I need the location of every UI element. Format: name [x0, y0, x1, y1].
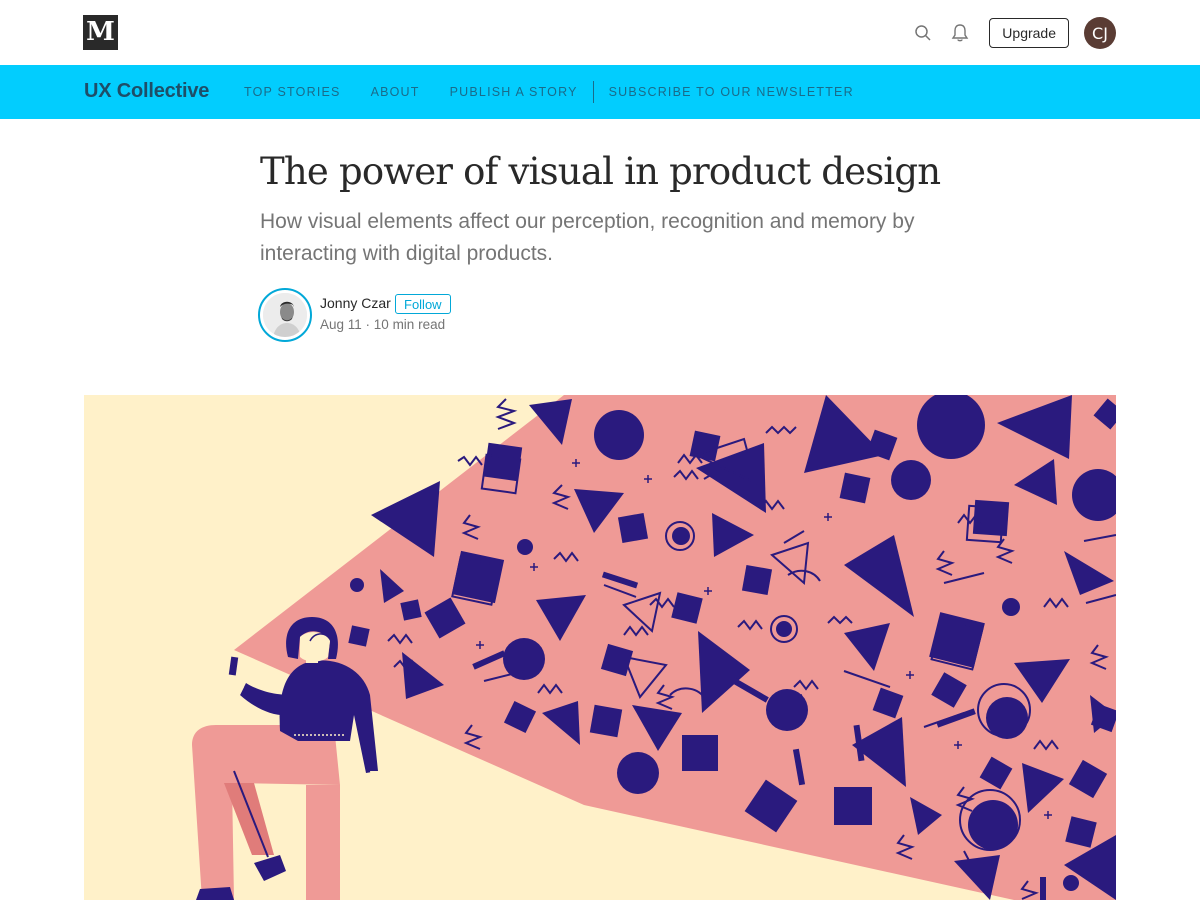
meta-separator: · [361, 317, 374, 332]
top-navbar: M Upgrade CJ [0, 0, 1200, 65]
nav-publish-a-story[interactable]: PUBLISH A STORY [450, 85, 578, 99]
publication-name[interactable]: UX Collective [84, 80, 209, 103]
author-name[interactable]: Jonny Czar [320, 295, 391, 311]
author-avatar[interactable] [258, 288, 312, 342]
read-time: 10 min read [373, 317, 446, 332]
follow-button[interactable]: Follow [395, 294, 451, 314]
nav-subscribe-newsletter[interactable]: SUBSCRIBE TO OUR NEWSLETTER [609, 85, 854, 99]
user-avatar[interactable]: CJ [1084, 17, 1116, 49]
article-subtitle: How visual elements affect our perceptio… [260, 210, 915, 265]
hero-illustration [84, 395, 1116, 900]
search-icon[interactable] [913, 23, 933, 43]
nav-top-stories[interactable]: TOP STORIES [244, 85, 341, 99]
article-title: The power of visual in product design [260, 150, 941, 193]
upgrade-button[interactable]: Upgrade [989, 18, 1069, 48]
article-meta: Aug 11 · 10 min read [320, 317, 445, 332]
publication-navbar: UX Collective TOP STORIES ABOUT PUBLISH … [0, 65, 1200, 119]
author-photo [263, 293, 307, 337]
publication-nav: TOP STORIES ABOUT PUBLISH A STORY SUBSCR… [244, 65, 884, 119]
medium-logo[interactable]: M [83, 15, 118, 50]
nav-divider [592, 81, 594, 103]
top-actions: Upgrade CJ [913, 17, 1116, 49]
hero-illustration-art [84, 395, 1116, 900]
publish-date: Aug 11 [320, 317, 362, 332]
nav-about[interactable]: ABOUT [371, 85, 420, 99]
bell-icon[interactable] [950, 23, 970, 43]
